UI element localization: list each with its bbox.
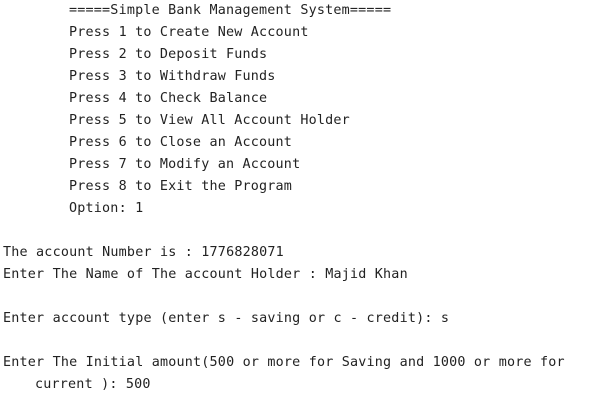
menu-header: =====Simple Bank Management System=====: [69, 3, 392, 18]
menu-item-modify-account: Press 7 to Modify an Account: [69, 157, 301, 172]
menu-item-deposit: Press 2 to Deposit Funds: [69, 47, 268, 62]
console-output: =====Simple Bank Management System===== …: [0, 0, 612, 407]
initial-amount-continuation: current ): 500: [35, 377, 151, 392]
account-type-prompt: Enter account type (enter s - saving or …: [3, 311, 450, 326]
menu-item-exit: Press 8 to Exit the Program: [69, 179, 293, 194]
initial-amount-prompt: Enter The Initial amount(500 or more for…: [3, 355, 565, 370]
menu-item-close-account: Press 6 to Close an Account: [69, 135, 293, 150]
menu-item-withdraw: Press 3 to Withdraw Funds: [69, 69, 276, 84]
menu-item-view-all: Press 5 to View All Account Holder: [69, 113, 350, 128]
option-prompt: Option: 1: [69, 201, 144, 216]
menu-item-create-account: Press 1 to Create New Account: [69, 25, 309, 40]
holder-name-prompt: Enter The Name of The account Holder : M…: [3, 267, 408, 282]
account-number-output: The account Number is : 1776828071: [3, 245, 284, 260]
menu-item-check-balance: Press 4 to Check Balance: [69, 91, 268, 106]
